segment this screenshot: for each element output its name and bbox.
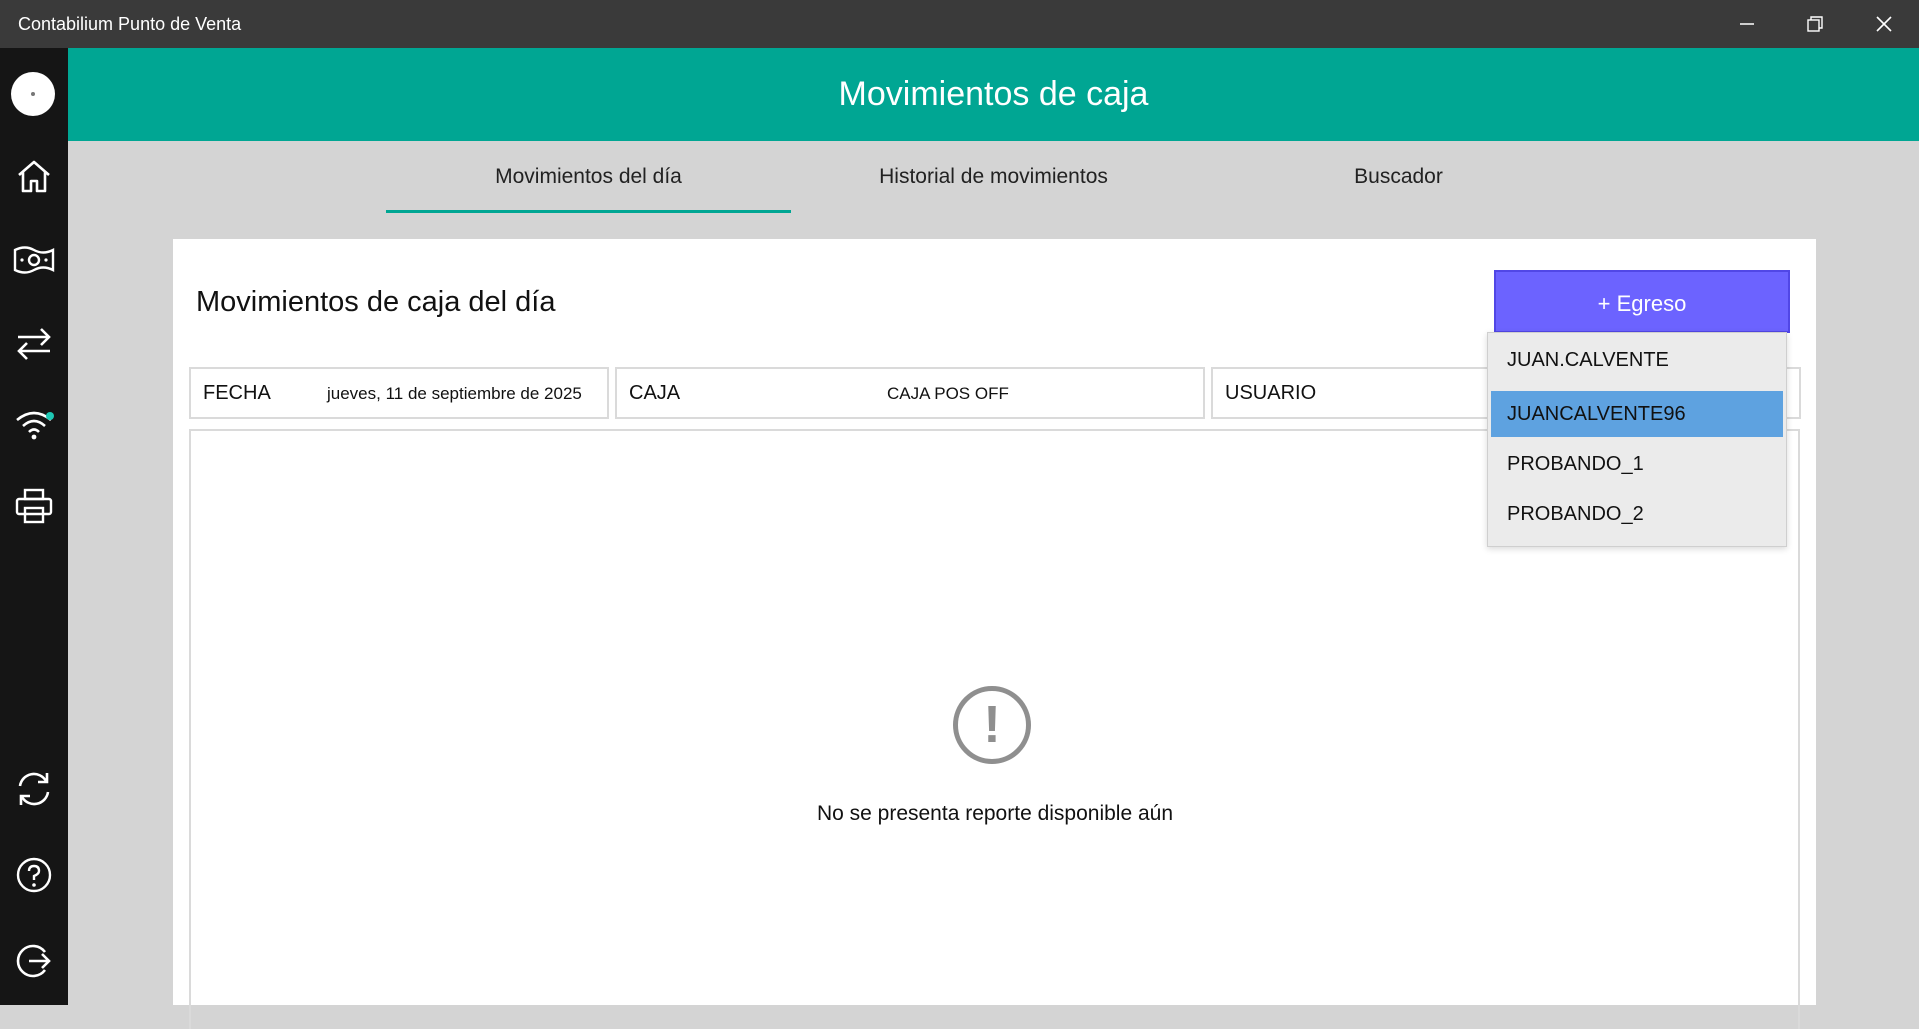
caja-value: CAJA POS OFF [887, 384, 1009, 403]
transfer-icon [17, 328, 51, 360]
caja-filter[interactable]: CAJA CAJA POS OFF [615, 367, 1205, 419]
caja-label: CAJA [629, 382, 681, 404]
tab-historial-de-movimientos[interactable]: Historial de movimientos [791, 148, 1196, 210]
cash-icon [13, 246, 55, 274]
sidebar-item-printer[interactable] [0, 476, 68, 536]
dropdown-option[interactable]: JUAN.CALVENTE [1491, 337, 1783, 383]
sidebar-item-logout[interactable] [0, 931, 68, 991]
usuario-label: USUARIO [1225, 382, 1317, 404]
avatar-logo-icon [31, 92, 35, 96]
dropdown-option-selected[interactable]: JUANCALVENTE96 [1491, 391, 1783, 437]
sidebar-item-help[interactable] [0, 845, 68, 905]
printer-icon [15, 488, 53, 524]
dropdown-option[interactable]: PROBANDO_2 [1491, 491, 1783, 537]
close-button[interactable] [1850, 0, 1918, 48]
sidebar-item-cash[interactable] [0, 229, 68, 289]
sidebar-item-home[interactable] [0, 146, 68, 206]
usuario-dropdown[interactable]: JUAN.CALVENTE JUANCALVENTE96 PROBANDO_1 … [1487, 332, 1787, 547]
logout-icon [16, 944, 51, 978]
empty-state-message: No se presenta reporte disponible aún [816, 802, 1174, 825]
dropdown-option[interactable]: PROBANDO_1 [1491, 441, 1783, 487]
window-title: Contabilium Punto de Venta [18, 14, 242, 34]
minimize-button[interactable] [1713, 0, 1781, 48]
minimize-icon [1740, 23, 1754, 25]
title-bar: Contabilium Punto de Venta [0, 0, 1919, 48]
sidebar-item-sync[interactable] [0, 759, 68, 819]
restore-icon [1807, 16, 1823, 32]
avatar[interactable] [11, 72, 55, 116]
home-icon [18, 160, 50, 193]
fecha-label: FECHA [203, 382, 271, 404]
sidebar-item-transfers[interactable] [0, 313, 68, 373]
sidebar [0, 48, 68, 1005]
help-icon [16, 857, 52, 893]
tab-movimientos-del-dia[interactable]: Movimientos del día [386, 148, 791, 213]
sync-icon [18, 772, 50, 806]
close-icon [1876, 16, 1892, 32]
page-title: Movimientos de caja [838, 75, 1149, 113]
connection-status-dot [46, 412, 54, 420]
sidebar-item-connection[interactable] [0, 394, 68, 454]
add-egreso-button[interactable]: + Egreso [1494, 270, 1790, 333]
exclamation-circle-icon: ! [953, 686, 1031, 764]
fecha-value: jueves, 11 de septiembre de 2025 [327, 384, 582, 403]
restore-button[interactable] [1781, 0, 1849, 48]
tab-buscador[interactable]: Buscador [1196, 148, 1601, 210]
fecha-filter[interactable]: FECHA jueves, 11 de septiembre de 2025 [189, 367, 609, 419]
card-title: Movimientos de caja del día [196, 286, 556, 318]
page-header: Movimientos de caja [68, 48, 1919, 141]
